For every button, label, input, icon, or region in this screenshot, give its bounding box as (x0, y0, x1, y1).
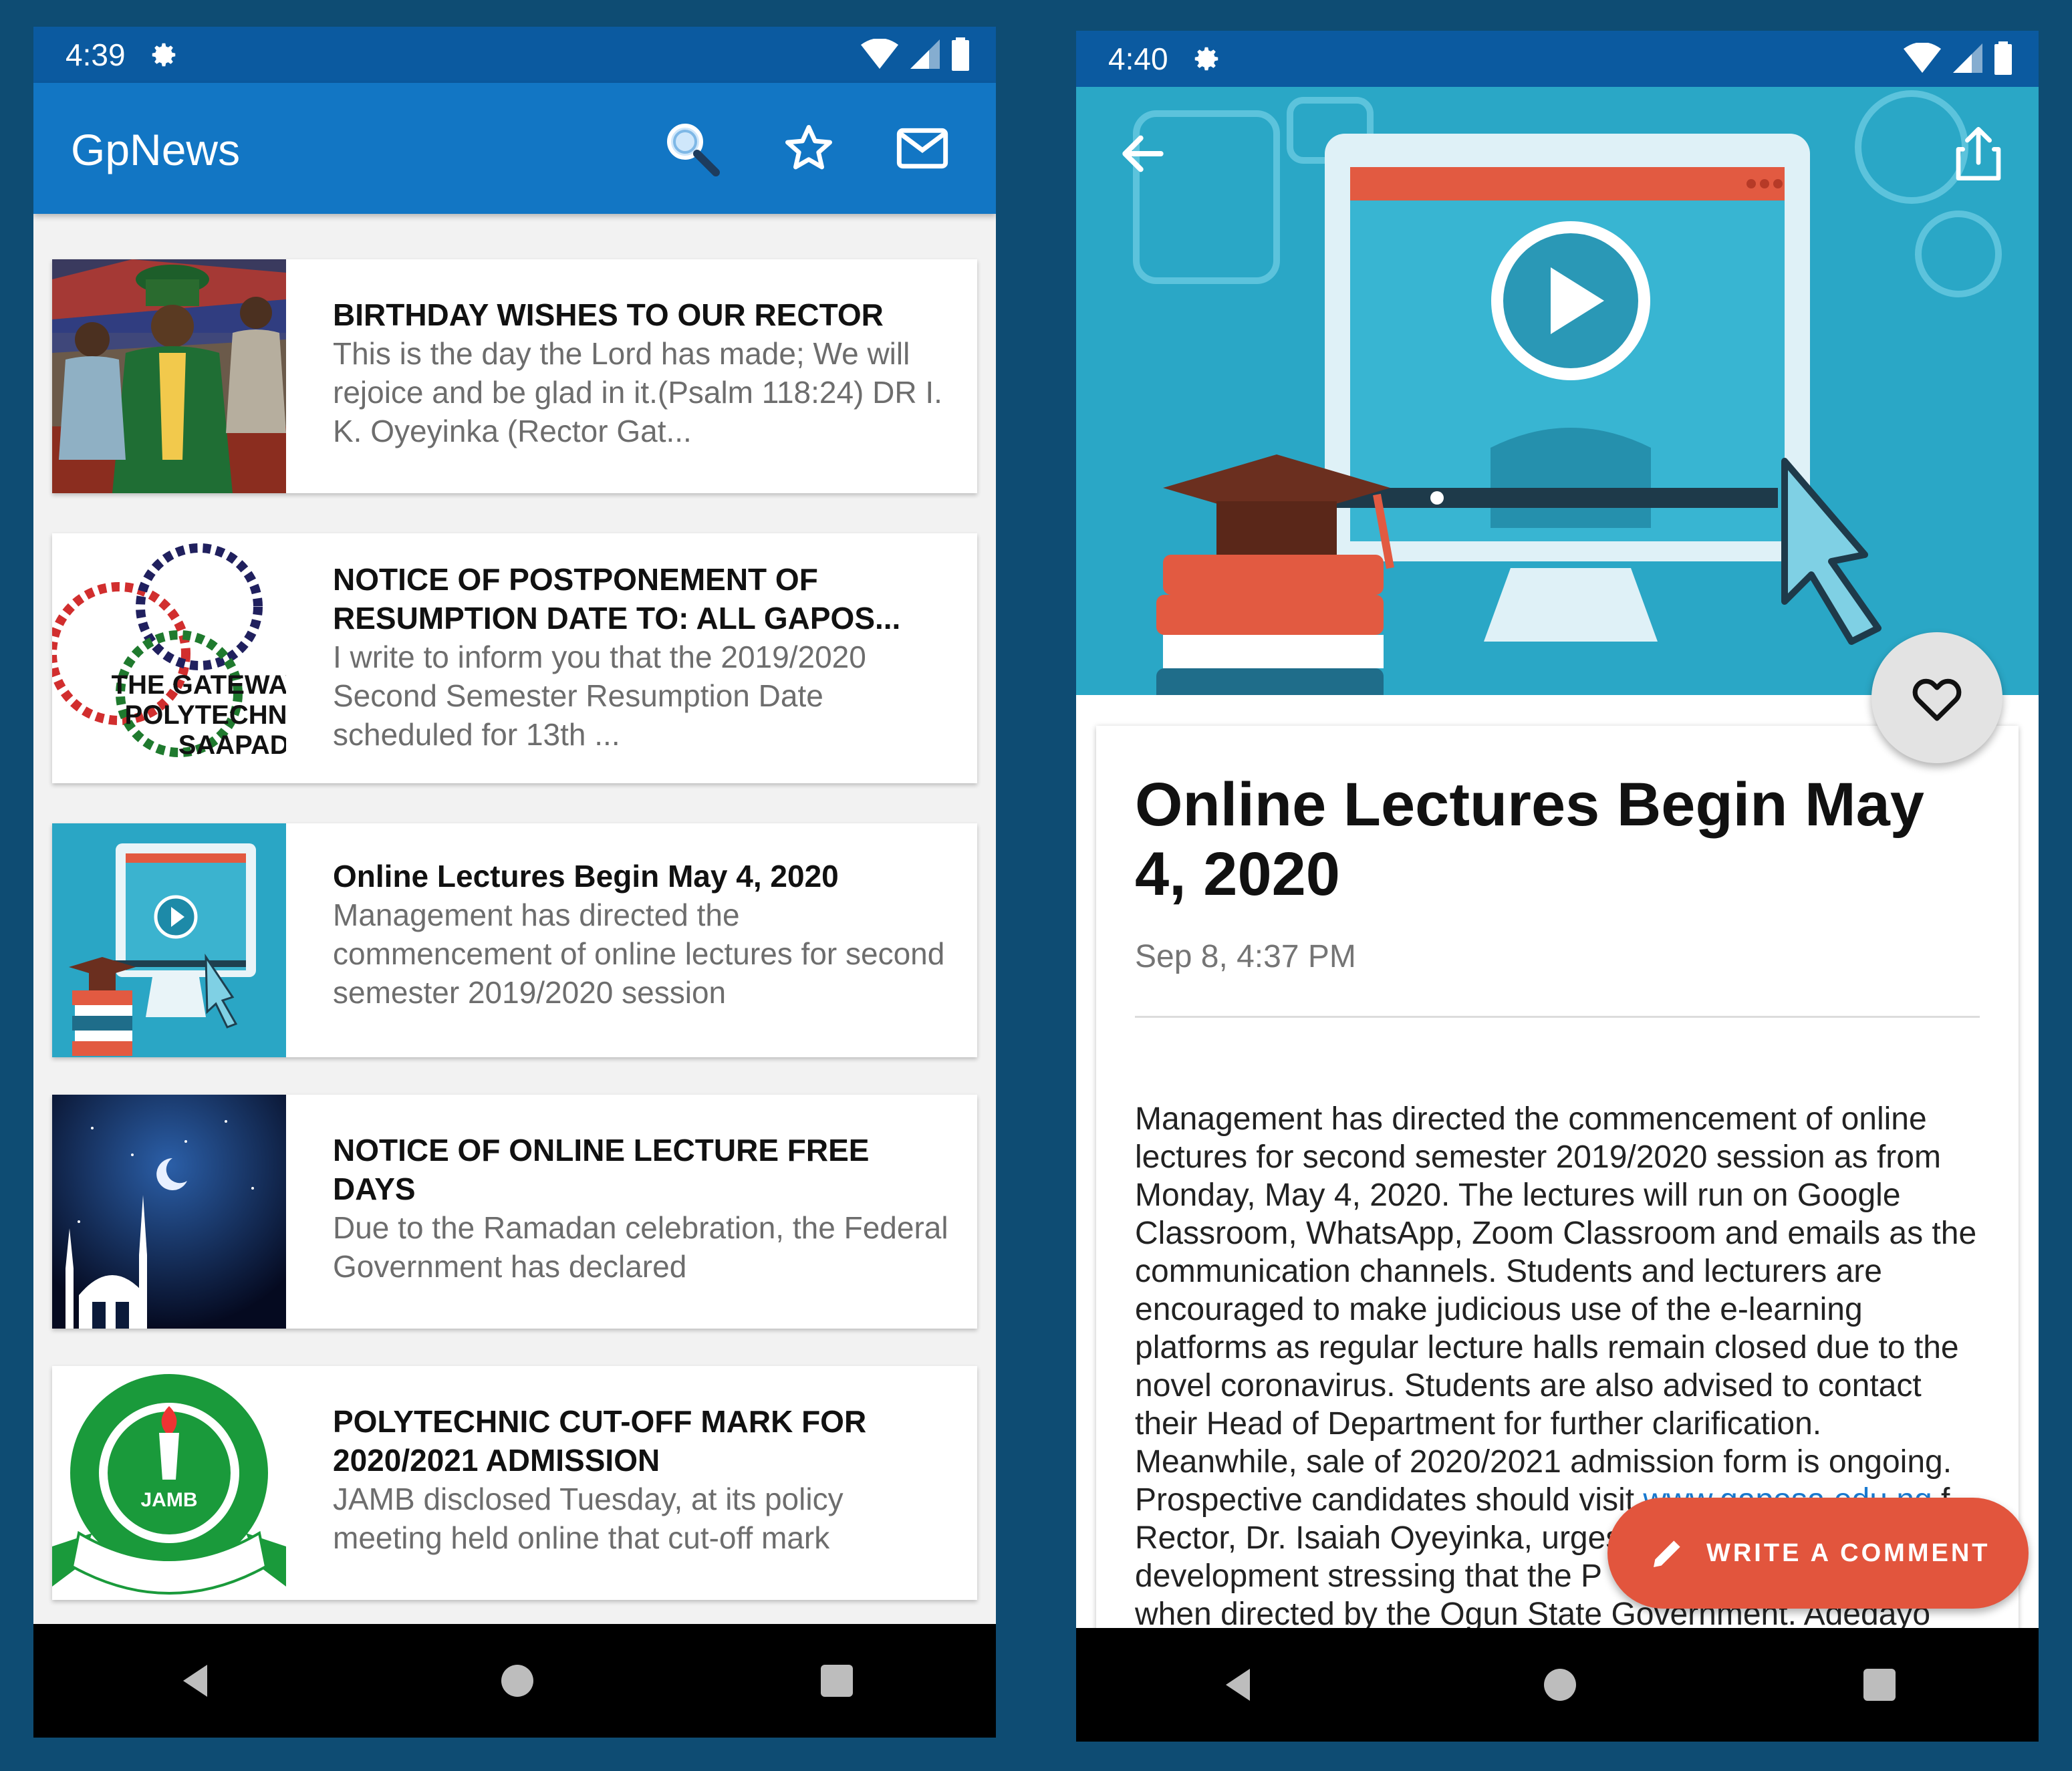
status-time: 4:39 (66, 37, 126, 72)
article-title: Online Lectures Begin May 4, 2020 (1135, 771, 1924, 908)
logo-text-line: SAAPADE (178, 730, 286, 760)
news-item[interactable]: Online Lectures Begin May 4, 2020 Manage… (52, 823, 977, 1057)
heart-icon (1912, 678, 1962, 721)
search-button[interactable] (658, 115, 725, 182)
news-excerpt: Due to the Ramadan celebration, the Fede… (333, 1210, 948, 1284)
battery-icon (1994, 41, 2012, 75)
divider (1135, 1016, 1980, 1018)
logo-text-line: THE GATEWAY (112, 670, 286, 700)
news-item[interactable]: JAMB POLYTECHNIC CUT-OFF MARK FOR 2020/2… (52, 1366, 977, 1600)
app-title: GpNews (71, 125, 241, 174)
system-nav-bar (33, 1624, 996, 1738)
logo-text-line: POLYTECHNIC (124, 700, 286, 730)
share-icon[interactable] (1952, 124, 2005, 183)
home-nav-icon[interactable] (1541, 1666, 1579, 1704)
star-icon (785, 125, 832, 170)
write-comment-label: WRITE A COMMENT (1706, 1538, 1990, 1567)
status-bar: 4:39 (33, 27, 996, 83)
article-body-text: Management has directed the commencement… (1135, 1101, 1977, 1518)
system-nav-bar (1076, 1628, 2039, 1742)
news-title: POLYTECHNIC CUT-OFF MARK FOR 2020/2021 A… (333, 1404, 867, 1478)
news-excerpt: Management has directed the commencement… (333, 898, 945, 1010)
news-title: NOTICE OF ONLINE LECTURE FREE DAYS (333, 1133, 870, 1206)
settings-gear-icon (1194, 47, 1218, 71)
news-thumbnail: THE GATEWAY POLYTECHNIC SAAPADE (52, 533, 286, 783)
jamb-logo: JAMB (52, 1366, 286, 1600)
wifi-icon (861, 39, 898, 69)
home-nav-icon[interactable] (499, 1662, 536, 1699)
news-excerpt: JAMB disclosed Tuesday, at its policy me… (333, 1482, 844, 1555)
favorite-button[interactable] (1871, 632, 2002, 763)
favorites-button[interactable] (775, 115, 842, 182)
news-excerpt: I write to inform you that the 2019/2020… (333, 640, 866, 752)
status-bar: 4:40 (1076, 31, 2039, 87)
news-thumbnail (52, 259, 286, 493)
article-body-text: development stressing that the P (1135, 1558, 1603, 1594)
news-thumbnail: JAMB (52, 1366, 286, 1600)
news-list: BIRTHDAY WISHES TO OUR RECTOR This is th… (33, 214, 996, 1651)
settings-gear-icon (152, 43, 175, 67)
article-screen: 4:40 Online Lectures Begin May 4, 2020 S… (1076, 31, 2039, 1742)
mail-button[interactable] (889, 115, 956, 182)
battery-icon (952, 37, 969, 71)
wifi-icon (1904, 43, 1941, 73)
news-item[interactable]: NOTICE OF ONLINE LECTURE FREE DAYS Due t… (52, 1095, 977, 1329)
article-date: Sep 8, 4:37 PM (1135, 939, 1356, 974)
news-item[interactable]: BIRTHDAY WISHES TO OUR RECTOR This is th… (52, 259, 977, 493)
news-item[interactable]: THE GATEWAY POLYTECHNIC SAAPADE NOTICE O… (52, 533, 977, 783)
signal-icon (1953, 43, 1982, 73)
news-title: NOTICE OF POSTPONEMENT OF RESUMPTION DAT… (333, 562, 901, 636)
app-bar: GpNews (33, 83, 996, 214)
news-title: Online Lectures Begin May 4, 2020 (333, 859, 839, 894)
status-time: 4:40 (1108, 41, 1168, 76)
news-list-screen: 4:39 GpNews BIRTHDAY WISHES TO OUR RECTO… (33, 27, 996, 1738)
back-arrow-icon[interactable] (1116, 127, 1170, 180)
jamb-logo-text: JAMB (140, 1489, 197, 1511)
recents-nav-icon[interactable] (819, 1663, 854, 1698)
news-thumbnail (52, 1095, 286, 1329)
news-excerpt: This is the day the Lord has made; We wi… (333, 336, 942, 448)
back-nav-icon[interactable] (1218, 1665, 1258, 1705)
news-thumbnail (52, 823, 286, 1057)
pencil-icon (1654, 1540, 1680, 1567)
write-comment-button[interactable]: WRITE A COMMENT (1607, 1498, 2029, 1609)
search-icon (667, 124, 720, 176)
news-title: BIRTHDAY WISHES TO OUR RECTOR (333, 297, 884, 332)
mail-icon (896, 128, 948, 169)
recents-nav-icon[interactable] (1862, 1667, 1897, 1702)
signal-icon (910, 39, 940, 69)
back-nav-icon[interactable] (175, 1661, 215, 1701)
article-body-text: Rector, Dr. Isaiah Oyeyinka, urges (1135, 1520, 1622, 1556)
article-hero-image (1076, 87, 2039, 695)
